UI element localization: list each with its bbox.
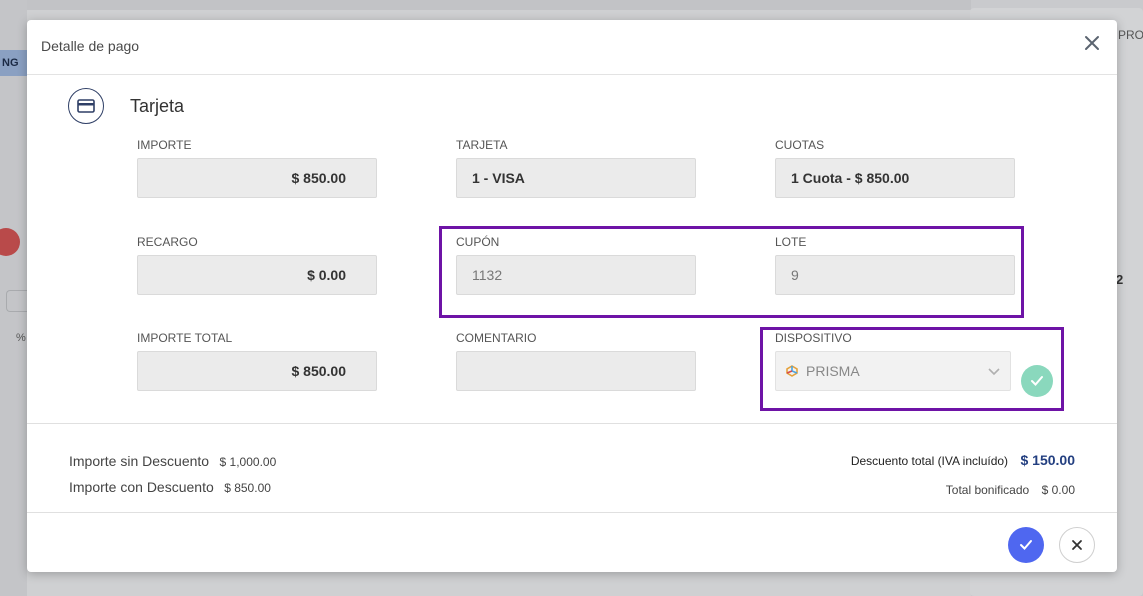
payment-detail-modal: Detalle de pago Tarjeta IMPORTE $ 850.00… [27,20,1117,572]
descuento-total-value: $ 150.00 [1020,452,1076,468]
bg-left-tag: NG [0,50,27,76]
cancel-button[interactable] [1059,527,1095,563]
recargo-input[interactable]: $ 0.00 [137,255,377,295]
sin-descuento-row: Importe sin Descuento $ 1,000.00 [69,453,276,471]
confirm-button[interactable] [1008,527,1044,563]
bg-right-tab: PRO [1118,28,1143,42]
cuotas-field: CUOTAS 1 Cuota - $ 850.00 [775,138,1015,198]
dispositivo-field: DISPOSITIVO PRISMA [775,331,1015,391]
modal-title: Detalle de pago [41,38,140,54]
close-icon [1085,36,1099,50]
recargo-label: RECARGO [137,235,198,249]
cupon-field: CUPÓN 1132 [456,235,696,295]
section-header: Tarjeta [68,88,184,124]
importe-field: IMPORTE $ 850.00 [137,138,377,198]
tarjeta-input[interactable]: 1 - VISA [456,158,696,198]
tarjeta-label: TARJETA [456,138,508,152]
comentario-label: COMENTARIO [456,331,537,345]
bg-pct-label: % [16,332,26,344]
divider-top [27,423,1117,424]
prisma-logo-icon [786,365,798,377]
sin-descuento-label: Importe sin Descuento [69,453,210,469]
cuotas-label: CUOTAS [775,138,825,152]
comentario-field: COMENTARIO [456,331,696,391]
importe-total-label: IMPORTE TOTAL [137,331,233,345]
cupon-label: CUPÓN [456,235,500,249]
sin-descuento-value: $ 1,000.00 [219,455,277,469]
con-descuento-value: $ 850.00 [224,481,271,495]
cupon-input[interactable]: 1132 [456,255,696,295]
importe-total-field: IMPORTE TOTAL $ 850.00 [137,331,377,391]
confirm-device-button[interactable] [1021,365,1053,397]
close-icon [1072,540,1082,550]
lote-label: LOTE [775,235,807,249]
bg-search-box [6,290,27,312]
divider-bottom [27,512,1117,513]
importe-input[interactable]: $ 850.00 [137,158,377,198]
recargo-field: RECARGO $ 0.00 [137,235,377,295]
chevron-down-icon [988,364,1000,379]
con-descuento-label: Importe con Descuento [69,479,214,495]
lote-input[interactable]: 9 [775,255,1015,295]
total-bonificado-label: Total bonificado [945,483,1030,497]
dispositivo-select[interactable]: PRISMA [775,351,1011,391]
bg-right-value: 2 [1116,272,1124,287]
dispositivo-label: DISPOSITIVO [775,331,852,345]
cuotas-input[interactable]: 1 Cuota - $ 850.00 [775,158,1015,198]
modal-header: Detalle de pago [27,20,1117,75]
section-title: Tarjeta [130,95,185,116]
close-button[interactable] [1081,34,1103,56]
descuento-total-label: Descuento total (IVA incluído) [850,454,1009,468]
importe-total-input[interactable]: $ 850.00 [137,351,377,391]
comentario-input[interactable] [456,351,696,391]
lote-field: LOTE 9 [775,235,1015,295]
check-icon [1031,376,1043,386]
credit-card-icon [68,88,104,124]
total-bonificado-row: Total bonificado $ 0.00 [946,481,1075,499]
dispositivo-value: PRISMA [806,363,860,379]
con-descuento-row: Importe con Descuento $ 850.00 [69,479,271,497]
total-bonificado-value: $ 0.00 [1041,483,1075,497]
descuento-total-row: Descuento total (IVA incluído) $ 150.00 [851,452,1075,470]
importe-label: IMPORTE [137,138,192,152]
tarjeta-field: TARJETA 1 - VISA [456,138,696,198]
check-icon [1020,540,1032,550]
